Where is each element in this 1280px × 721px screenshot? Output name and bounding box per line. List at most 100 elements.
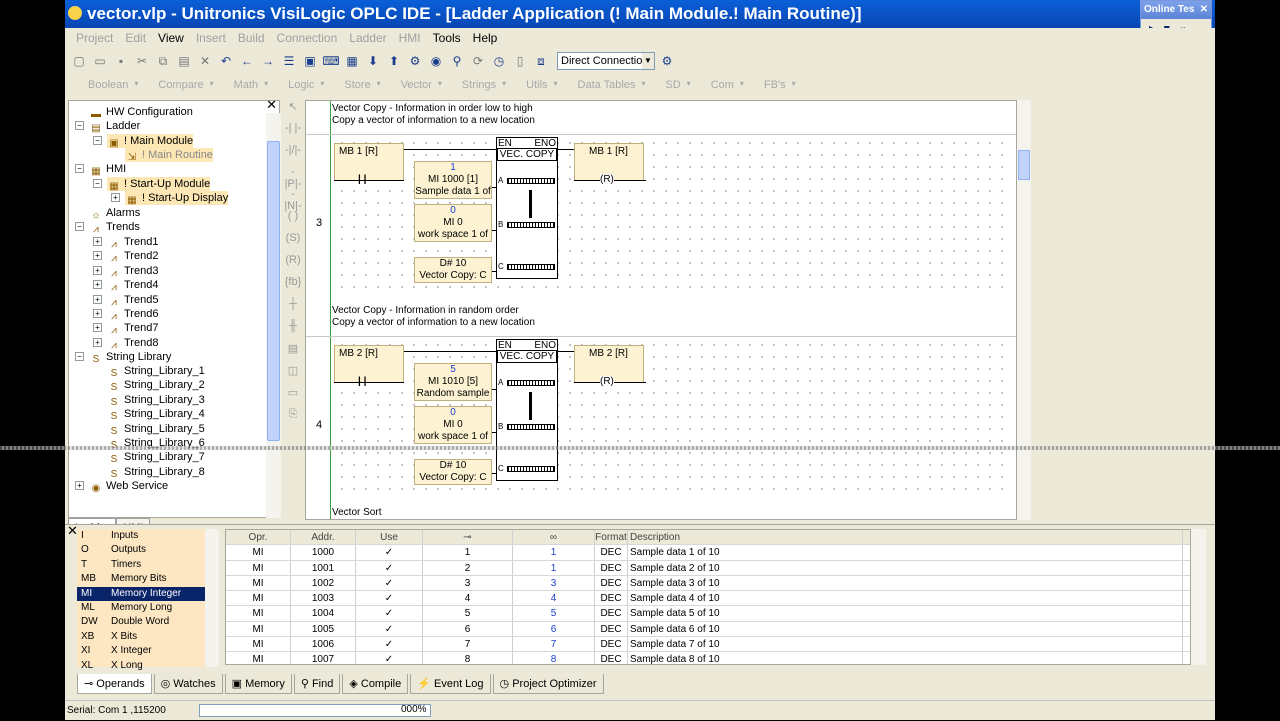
- neg-contact-icon[interactable]: -|N|-: [283, 188, 303, 212]
- close-icon[interactable]: ✕: [266, 97, 277, 113]
- expand-icon[interactable]: +: [93, 294, 102, 304]
- table-row[interactable]: MI 1001 ✓ 2 1 DEC Sample data 2 of 10: [226, 560, 1190, 576]
- col-watch[interactable]: ∞: [513, 530, 595, 545]
- tree-string-library-item[interactable]: S String_Library_2: [107, 378, 205, 393]
- expand-icon[interactable]: +: [93, 280, 102, 290]
- set-coil-icon[interactable]: (S): [283, 232, 303, 254]
- tab-event-log[interactable]: ⚡ Event Log: [410, 674, 491, 694]
- tree-trend[interactable]: ⩘ Trend1: [107, 235, 158, 250]
- paste-icon[interactable]: ▤: [175, 53, 193, 69]
- plc-icon[interactable]: ▯: [511, 53, 529, 69]
- fb-operand-a[interactable]: 1 MI 1000 [1] Sample data 1 of: [414, 161, 492, 199]
- tree-string-library-item[interactable]: S String_Library_8: [107, 465, 205, 480]
- menu-build[interactable]: Build: [232, 31, 271, 45]
- menu-edit[interactable]: Edit: [119, 31, 152, 45]
- col-use[interactable]: Use: [356, 530, 423, 545]
- collapse-icon[interactable]: −: [93, 179, 102, 188]
- tree-ladder[interactable]: ▤ Ladder: [89, 119, 140, 134]
- menu-tools[interactable]: Tools: [427, 31, 467, 45]
- cell-use[interactable]: ✓: [356, 560, 423, 575]
- vec-copy-block[interactable]: EN ENO VEC. COPY A B C: [496, 137, 558, 279]
- expand-icon[interactable]: +: [93, 251, 102, 261]
- fb-icon[interactable]: {fb}: [283, 276, 303, 298]
- col-value[interactable]: ⊸: [423, 530, 513, 545]
- tab-find[interactable]: ⚲ Find: [293, 674, 341, 694]
- operand-type-item[interactable]: XI X Integer: [77, 644, 217, 658]
- tab-project-optimizer[interactable]: ◷ Project Optimizer: [492, 674, 604, 694]
- table-row[interactable]: MI 1006 ✓ 7 7 DEC Sample data 7 of 10: [226, 637, 1190, 653]
- line-icon[interactable]: ┼: [283, 298, 303, 320]
- expand-icon[interactable]: +: [93, 237, 102, 246]
- tree-startup-module[interactable]: ▦ ! Start-Up Module: [107, 177, 211, 192]
- new-icon[interactable]: ▢: [70, 53, 88, 69]
- cell-use[interactable]: ✓: [356, 637, 423, 652]
- collapse-icon[interactable]: −: [75, 222, 84, 231]
- col-format[interactable]: Format: [595, 530, 628, 545]
- fb-operand-b[interactable]: 0 MI 0 work space 1 of: [414, 406, 492, 444]
- fb-menu-strings[interactable]: Strings: [444, 79, 508, 91]
- pointer-icon[interactable]: ↖: [283, 100, 303, 122]
- tree-icon[interactable]: ☰: [280, 53, 298, 69]
- tree-main-module[interactable]: ▣ ! Main Module: [107, 134, 194, 149]
- tree-alarms[interactable]: ☼ Alarms: [89, 206, 140, 221]
- connection-icon[interactable]: ⧈: [532, 53, 550, 69]
- operand-type-item[interactable]: XL X Long: [77, 659, 217, 673]
- settings-icon[interactable]: ⚙: [658, 53, 676, 69]
- table-row[interactable]: MI 1000 ✓ 1 1 DEC Sample data 1 of 10: [226, 545, 1190, 561]
- tree-trend[interactable]: ⩘ Trend7: [107, 321, 158, 336]
- table-row[interactable]: MI 1005 ✓ 6 6 DEC Sample data 6 of 10: [226, 621, 1190, 638]
- table-row[interactable]: MI 1003 ✓ 4 4 DEC Sample data 4 of 10: [226, 591, 1190, 607]
- collapse-icon[interactable]: −: [93, 136, 102, 145]
- tree-trend[interactable]: ⩘ Trend5: [107, 293, 158, 308]
- tree-trends[interactable]: ⩘ Trends: [89, 220, 140, 235]
- back-icon[interactable]: ←: [238, 53, 256, 69]
- nc-contact-icon[interactable]: -|/|-: [283, 144, 303, 166]
- tree-trend[interactable]: ⩘ Trend6: [107, 307, 158, 322]
- tree-trend[interactable]: ⩘ Trend8: [107, 336, 158, 351]
- fb-operand-c[interactable]: D# 10 Vector Copy: C: [414, 459, 492, 485]
- cell-use[interactable]: ✓: [356, 621, 423, 637]
- operand-type-item[interactable]: MI Memory Integer: [77, 586, 217, 601]
- table-row[interactable]: MI 1007 ✓ 8 8 DEC Sample data 8 of 10: [226, 652, 1190, 664]
- operand-type-item[interactable]: O Outputs: [77, 543, 217, 557]
- tab-operands[interactable]: ⊸ Operands: [77, 674, 152, 694]
- upload-icon[interactable]: ⬆: [385, 53, 403, 69]
- pos-contact-icon[interactable]: -|P|-: [283, 166, 303, 190]
- tree-string-library-item[interactable]: S String_Library_3: [107, 393, 205, 408]
- download-icon[interactable]: ⬇: [364, 53, 382, 69]
- fb-menu-compare[interactable]: Compare: [140, 79, 215, 91]
- cut-icon[interactable]: ✂: [133, 53, 151, 69]
- expand-icon[interactable]: +: [93, 265, 102, 275]
- collapse-icon[interactable]: −: [75, 352, 84, 361]
- fb-menu-com[interactable]: Com: [693, 79, 746, 91]
- save-icon[interactable]: ▪: [112, 53, 130, 69]
- screen-icon[interactable]: ▣: [301, 53, 319, 69]
- menu-hmi[interactable]: HMI: [393, 31, 427, 45]
- fb-menu-logic[interactable]: Logic: [270, 79, 326, 91]
- menu-insert[interactable]: Insert: [190, 31, 232, 45]
- col-addr[interactable]: Addr.: [291, 530, 356, 545]
- fb-menu-vector[interactable]: Vector: [383, 79, 444, 91]
- tree-hmi[interactable]: ▦ HMI: [89, 162, 126, 177]
- fb-menu-utils[interactable]: Utils: [508, 79, 559, 91]
- cell-use[interactable]: ✓: [356, 652, 423, 664]
- rung-icon[interactable]: ⎘: [283, 408, 303, 430]
- tree-trend[interactable]: ⩘ Trend3: [107, 264, 158, 279]
- expand-icon[interactable]: +: [111, 193, 120, 202]
- cell-use[interactable]: ✓: [356, 591, 423, 606]
- fb-menu-store[interactable]: Store: [326, 79, 382, 91]
- operand-type-item[interactable]: ML Memory Long: [77, 601, 217, 615]
- tree-trend[interactable]: ⩘ Trend2: [107, 249, 158, 264]
- operand-type-item[interactable]: T Timers: [77, 558, 217, 572]
- table-row[interactable]: MI 1002 ✓ 3 3 DEC Sample data 3 of 10: [226, 575, 1190, 592]
- forward-icon[interactable]: →: [259, 53, 277, 69]
- rung-header[interactable]: Vector Copy - Information in random orde…: [306, 303, 1016, 337]
- tree-web-service[interactable]: ◉ Web Service: [89, 479, 169, 494]
- tab-compile[interactable]: ◈ Compile: [342, 674, 409, 694]
- fb-operand-c[interactable]: D# 10 Vector Copy: C: [414, 257, 492, 283]
- menu-help[interactable]: Help: [467, 31, 504, 45]
- operand-type-item[interactable]: DW Double Word: [77, 615, 217, 629]
- operand-type-item[interactable]: XB X Bits: [77, 630, 217, 644]
- expand-icon[interactable]: +: [93, 337, 102, 347]
- expand-icon[interactable]: +: [93, 309, 102, 318]
